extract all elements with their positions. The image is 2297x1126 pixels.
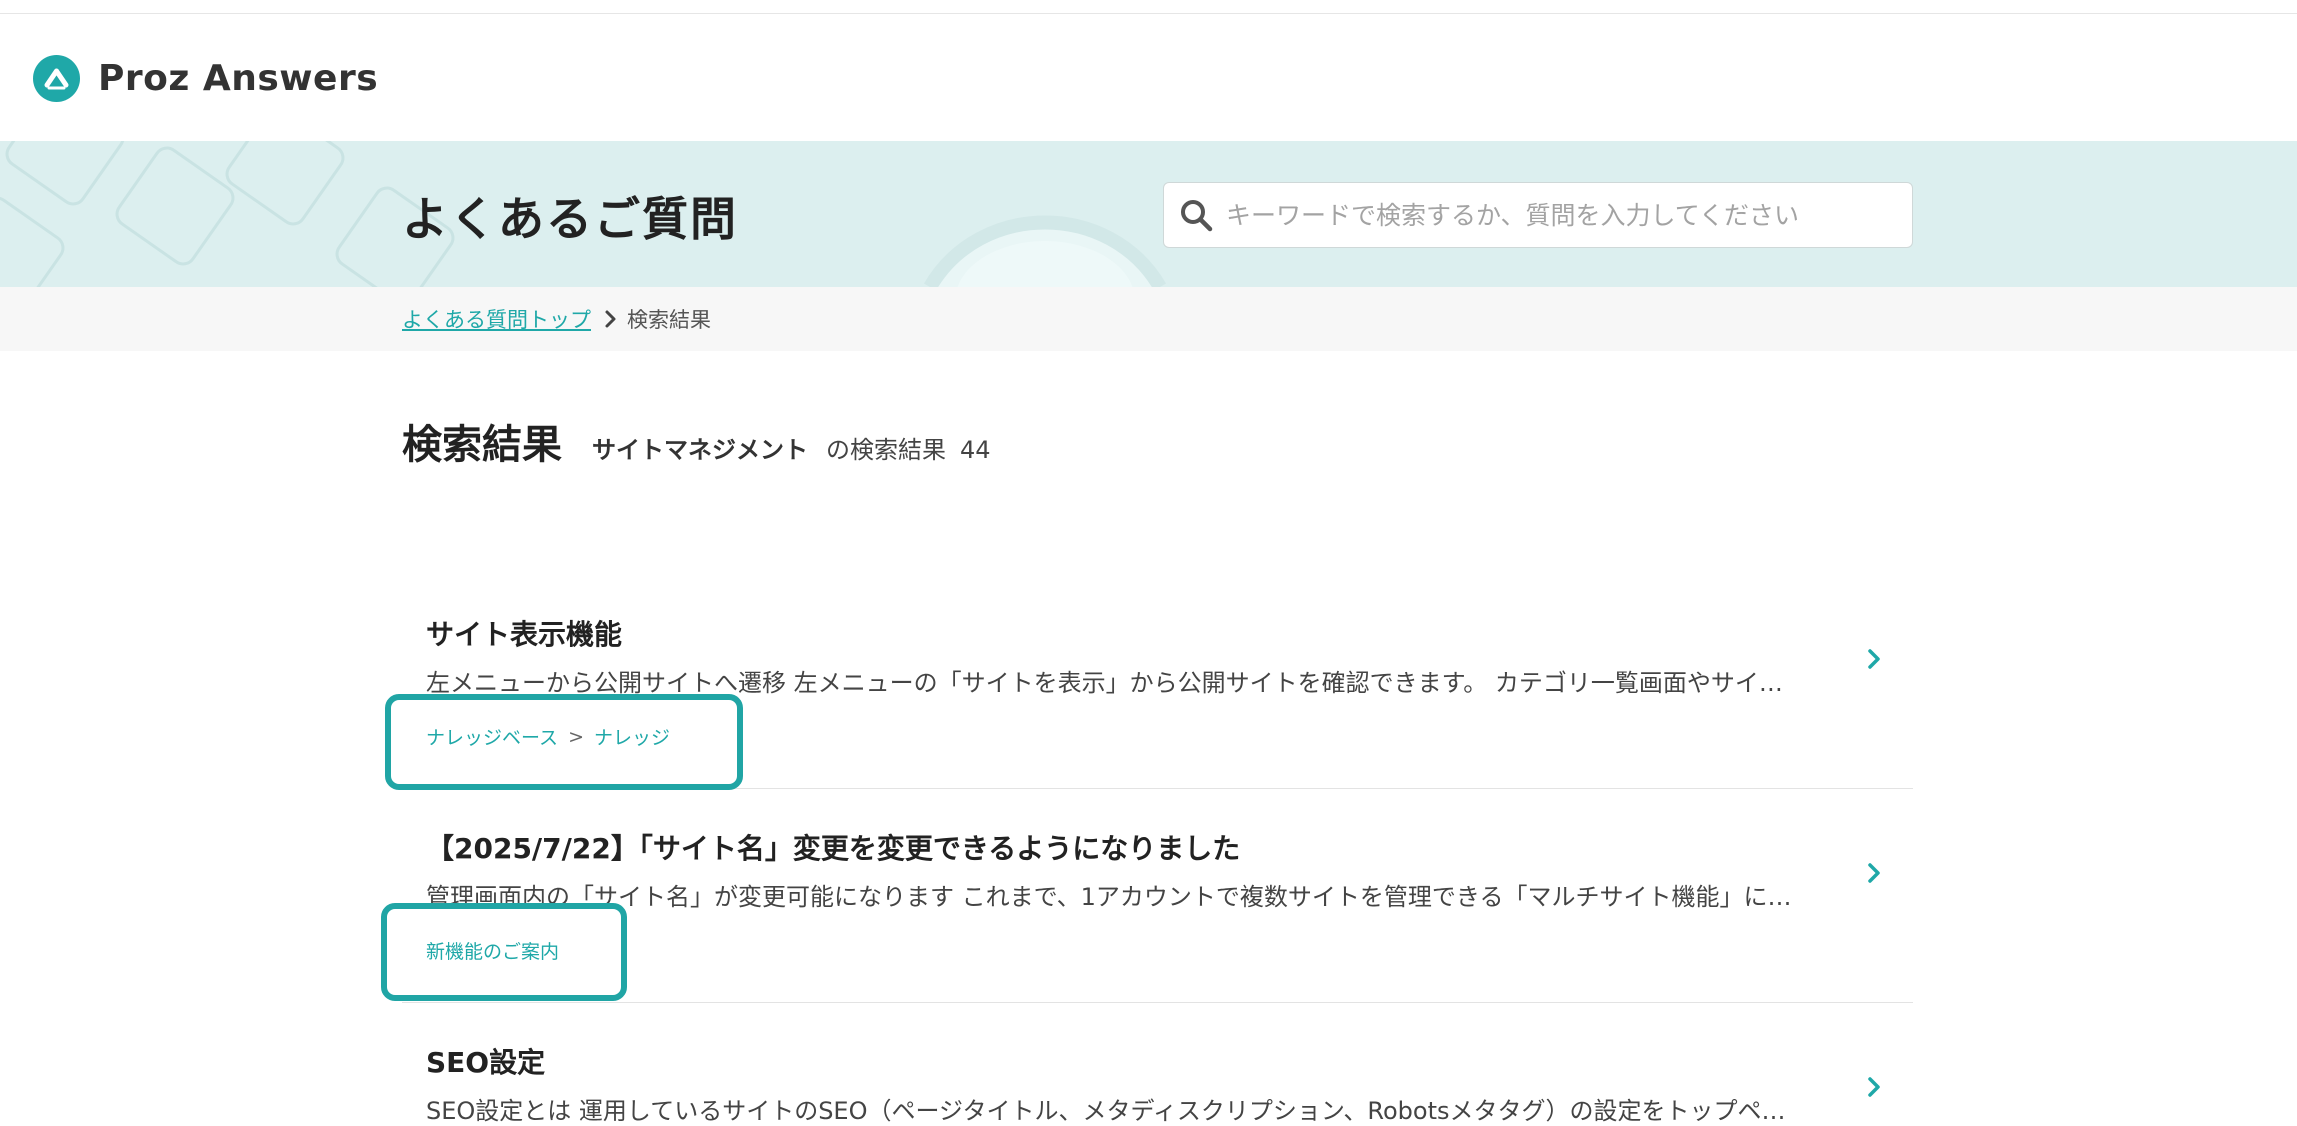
result-title[interactable]: サイト表示機能 [426, 613, 622, 653]
breadcrumb-bar: よくある質問トップ 検索結果 [0, 287, 2297, 351]
divider [402, 1002, 1913, 1003]
app-name: Proz Answers [98, 58, 379, 99]
result-title[interactable]: 【2025/7/22】「サイト名」変更を変更できるようになりました [426, 827, 1240, 867]
site-header: Proz Answers [0, 14, 2297, 141]
breadcrumb-home-link[interactable]: よくある質問トップ [402, 304, 591, 334]
hero-background-decoration [0, 141, 1167, 287]
result-excerpt: SEO設定とは 運用しているサイトのSEO（ページタイトル、メタディスクリプショ… [426, 1097, 1786, 1125]
chevron-right-icon [605, 310, 616, 328]
chevron-right-icon[interactable] [1863, 1073, 1885, 1101]
category-highlight-box [385, 694, 743, 790]
top-border [0, 0, 2297, 14]
breadcrumb: よくある質問トップ 検索結果 [402, 304, 711, 334]
chevron-right-icon[interactable] [1863, 645, 1885, 673]
result-title[interactable]: SEO設定 [426, 1041, 545, 1081]
search-box[interactable] [1163, 182, 1913, 248]
results-suffix: の検索結果 [826, 436, 946, 464]
site-logo[interactable]: Proz Answers [33, 55, 378, 102]
results-header: 検索結果 サイトマネジメント の検索結果 44 [402, 412, 991, 470]
breadcrumb-current: 検索結果 [627, 308, 711, 332]
result-excerpt: 左メニューから公開サイトへ遷移 左メニューの「サイトを表示」から公開サイトを確認… [426, 669, 1783, 697]
hero-banner: よくあるご質問 [0, 141, 2297, 287]
proz-logo-icon [33, 55, 80, 102]
results-keyword: サイトマネジメント [592, 436, 808, 464]
search-icon [1181, 200, 1213, 232]
result-excerpt: 管理画面内の「サイト名」が変更可能になります これまで、1アカウントで複数サイト… [426, 883, 1792, 911]
category-highlight-box [381, 903, 627, 1001]
page-title: よくあるご質問 [402, 192, 738, 246]
results-title: 検索結果 [402, 422, 562, 468]
chevron-right-icon[interactable] [1863, 859, 1885, 887]
search-input[interactable] [1226, 200, 1886, 230]
results-count: 44 [960, 436, 991, 464]
